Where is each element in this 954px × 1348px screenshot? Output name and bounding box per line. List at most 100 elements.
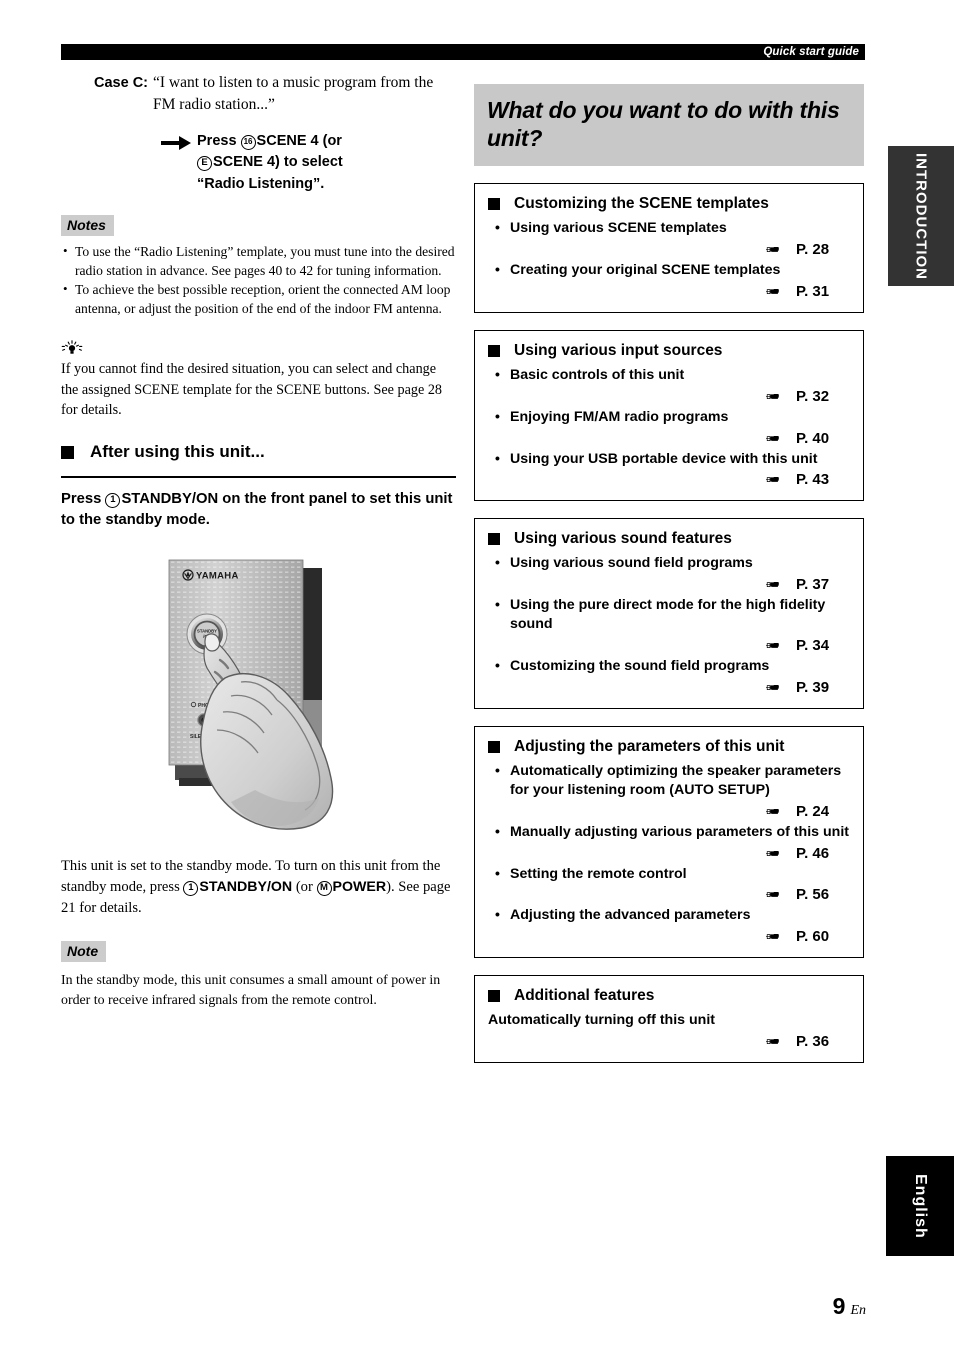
pointing-hand-icon (766, 288, 779, 294)
page-language-suffix: En (850, 1303, 866, 1318)
feature-entry: Using various sound field programs P. 37 (488, 553, 850, 593)
running-header-title: Quick start guide (763, 46, 859, 58)
feature-entry-text: Customizing the sound field programs (488, 656, 850, 676)
pointing-hand-icon (766, 477, 779, 483)
feature-card: Customizing the SCENE templates Using va… (474, 183, 864, 313)
feature-entry: Adjusting the advanced parameters P. 60 (488, 905, 850, 945)
black-square-bullet-icon (61, 445, 74, 459)
case-text: “I want to listen to a music program fro… (153, 74, 434, 113)
horizontal-rule (61, 476, 456, 479)
feature-entry-text: Setting the remote control (488, 864, 850, 884)
feature-entry: Automatically turning off this unit P. 3… (488, 1011, 850, 1050)
card-heading-text: Using various input sources (514, 341, 723, 359)
feature-entry-text: Using various sound field programs (488, 553, 850, 573)
front-panel-standby-press-illustration: YAMAHA STANDBY /ON PHONES SILENT CINEMA (168, 559, 333, 830)
callout-circle-e: E (197, 156, 212, 172)
case-label: Case C: (94, 74, 148, 91)
case-c-block: Case C: “I want to listen to a music pro… (94, 72, 456, 116)
callout-circle-1b: 1 (183, 880, 199, 896)
feature-entry-page-ref[interactable]: P. 46 (488, 845, 850, 862)
feature-entry-page-ref[interactable]: P. 43 (488, 471, 850, 488)
pointing-hand-icon (766, 808, 779, 814)
feature-entry: Basic controls of this unit P. 32 (488, 365, 850, 405)
standby-instruction-pre: Press (61, 491, 106, 508)
side-tab-introduction: INTRODUCTION (888, 146, 954, 286)
feature-entry-page-ref[interactable]: P. 32 (488, 388, 850, 405)
feature-card: Additional features Automatically turnin… (474, 975, 864, 1064)
callout-circle-16: 16 (240, 135, 256, 150)
feature-entry-text: Automatically turning off this unit (488, 1012, 715, 1029)
page-reference: P. 36 (796, 1033, 830, 1051)
notes-list-item: To use the “Radio Listening” template, y… (61, 242, 456, 280)
feature-entry-text: Manually adjusting various parameters of… (488, 822, 850, 842)
page-reference: P. 37 (796, 576, 830, 594)
pointing-hand-icon (766, 684, 779, 690)
black-square-bullet-icon (488, 533, 500, 546)
standby-instruction-post: on the front panel to set this unit to t… (61, 491, 453, 529)
feature-entry-text: Using various SCENE templates (488, 218, 850, 238)
page-reference: P. 56 (796, 886, 830, 904)
pointing-hand-icon (766, 1039, 779, 1045)
feature-entry-page-ref[interactable]: P. 56 (488, 886, 850, 903)
card-heading-text: Customizing the SCENE templates (514, 195, 769, 213)
svg-text:STANDBY: STANDBY (197, 628, 217, 633)
card-heading: Adjusting the parameters of this unit (488, 738, 850, 756)
callout-circle-m: M (316, 880, 332, 896)
page-reference: P. 34 (796, 637, 830, 655)
press-line2-post: SCENE 4) to select (213, 154, 343, 171)
press-instruction-block: Press 16 SCENE 4 (or E SCENE 4) to select … (161, 131, 456, 195)
right-column: What do you want to do with this unit? C… (474, 84, 864, 1064)
notes-list: To use the “Radio Listening” template, y… (61, 242, 456, 318)
section-heading-text: After using this unit... (90, 442, 265, 462)
page-reference: P. 40 (796, 429, 830, 447)
side-tab-english: English (886, 1156, 954, 1256)
feature-entry-page-ref[interactable]: P. 31 (488, 283, 850, 300)
feature-entry-page-ref[interactable]: P. 37 (488, 576, 850, 593)
section-heading-after-using: After using this unit... (61, 442, 456, 462)
side-tab-introduction-label: INTRODUCTION (912, 152, 930, 280)
side-tab-english-label: English (912, 1173, 929, 1239)
feature-entry-page-ref[interactable]: P. 36 (488, 1033, 850, 1050)
callout-circle-1: 1 (105, 493, 121, 509)
illustration-wrap: YAMAHA STANDBY /ON PHONES SILENT CINEMA (61, 550, 456, 840)
page-reference: P. 39 (796, 678, 830, 696)
body-bold-standby: STANDBY/ON (199, 878, 293, 895)
feature-entry-text: Automatically optimizing the speaker par… (488, 761, 850, 800)
feature-entry-text: Enjoying FM/AM radio programs (488, 407, 850, 427)
feature-entry-page-ref[interactable]: P. 28 (488, 241, 850, 258)
feature-entry-page-ref[interactable]: P. 24 (488, 803, 850, 820)
page-reference: P. 28 (796, 240, 830, 258)
feature-entry-page-ref[interactable]: P. 34 (488, 637, 850, 654)
page-reference: P. 43 (796, 471, 830, 489)
feature-entry-page-ref[interactable]: P. 40 (488, 430, 850, 447)
standby-instruction: Press 1 STANDBY/ON on the front panel to … (61, 489, 456, 531)
feature-entry: Setting the remote control P. 56 (488, 864, 850, 904)
note-heading-wrap: Note (61, 940, 456, 962)
press-line3: “Radio Listening”. (197, 175, 325, 192)
pointing-hand-icon (766, 435, 779, 441)
feature-entry: Creating your original SCENE templates P… (488, 260, 850, 300)
feature-entry-text: Using your USB portable device with this… (488, 449, 850, 469)
feature-entry-page-ref[interactable]: P. 60 (488, 928, 850, 945)
pointing-hand-icon (766, 246, 779, 252)
page-reference: P. 31 (796, 282, 830, 300)
running-header-bar: Quick start guide (61, 44, 865, 60)
tip-block: If you cannot find the desired situation… (61, 340, 456, 420)
body-bold-power: POWER (332, 878, 387, 895)
feature-card: Using various input sources Basic contro… (474, 329, 864, 502)
page-reference: P. 32 (796, 387, 830, 405)
page-footer: 9 En (833, 1293, 866, 1320)
card-heading-text: Adjusting the parameters of this unit (514, 737, 785, 755)
card-heading: Using various input sources (488, 342, 850, 360)
feature-entry-page-ref[interactable]: P. 39 (488, 679, 850, 696)
black-square-bullet-icon (488, 740, 500, 753)
press-line1-pre: Press (197, 133, 241, 149)
pointing-hand-icon (766, 643, 779, 649)
body-part2: (or (292, 878, 317, 895)
pointing-hand-icon (766, 934, 779, 940)
feature-entry-text: Creating your original SCENE templates (488, 260, 850, 280)
page-title: What do you want to do with this unit? (474, 84, 864, 167)
feature-entry: Customizing the sound field programs P. … (488, 656, 850, 696)
note-heading: Note (61, 940, 107, 962)
feature-entry-text: Basic controls of this unit (488, 365, 850, 385)
